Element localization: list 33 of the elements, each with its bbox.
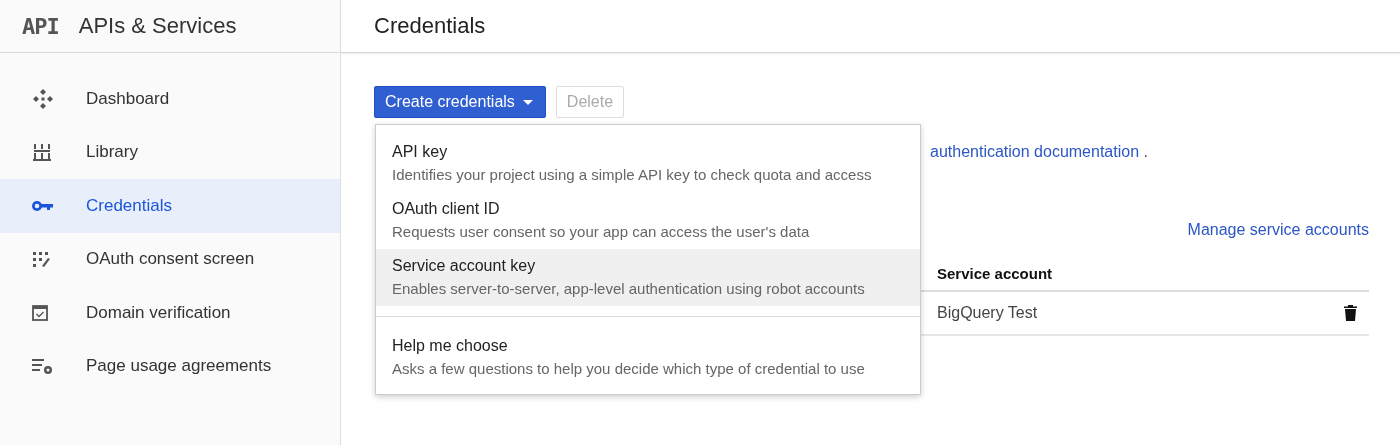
manage-service-accounts-link[interactable]: Manage service accounts [1187, 221, 1369, 239]
menu-item-title: OAuth client ID [392, 200, 501, 218]
api-logo: API [22, 13, 59, 39]
documentation-link[interactable]: authentication documentation [930, 143, 1140, 160]
menu-item[interactable]: OAuth client ID Requests user consent so your app can access the user's data [376, 192, 920, 249]
menu-item[interactable]: Help me choose Asks a few questions to help you decide which type of credential to use [376, 329, 920, 386]
menu-item-title: Service account key [392, 257, 537, 275]
sidebar-item[interactable]: Domain verification [0, 286, 340, 340]
menu-item-description: Requests user consent so your app can access the user's data [392, 223, 811, 240]
menu-item[interactable]: Service account key Enables server-to-server, app-level authentication using robot accounts [376, 249, 920, 306]
key-icon [32, 198, 54, 213]
create-credentials-button[interactable]: Create credentials [374, 86, 546, 118]
menu-item-description: Enables server-to-server, app-level authentication using robot accounts [392, 280, 866, 297]
menu-item[interactable]: API key Identifies your project using a simple API key to check quota and access [376, 135, 920, 192]
trash-icon[interactable] [1344, 305, 1357, 321]
menu-item-description: Identifies your project using a simple API key to check quota and access [392, 166, 873, 183]
sidebar-item[interactable]: Library [0, 125, 340, 179]
menu-item-title: Help me choose [392, 337, 509, 355]
library-icon [32, 142, 52, 163]
menu-item-description: Asks a few questions to help you decide which type of credential to use [392, 360, 866, 377]
sidebar-item[interactable]: Credentials [0, 179, 340, 233]
checkbox-icon [32, 304, 48, 321]
sidebar-item[interactable]: OAuth consent screen [0, 232, 340, 286]
diamond-grid-icon [32, 87, 54, 110]
caret-icon [522, 99, 533, 105]
table-cell: BigQuery Test [937, 304, 1038, 322]
sidebar-item[interactable]: Dashboard [0, 72, 340, 126]
list-gear-icon [32, 357, 54, 376]
menu-item-title: API key [392, 143, 449, 161]
page-title: Credentials [374, 13, 486, 39]
sidebar-item[interactable]: Page usage agreements [0, 339, 340, 393]
dotted-check-icon [32, 250, 50, 269]
app-title: APIs & Services [78, 13, 237, 39]
